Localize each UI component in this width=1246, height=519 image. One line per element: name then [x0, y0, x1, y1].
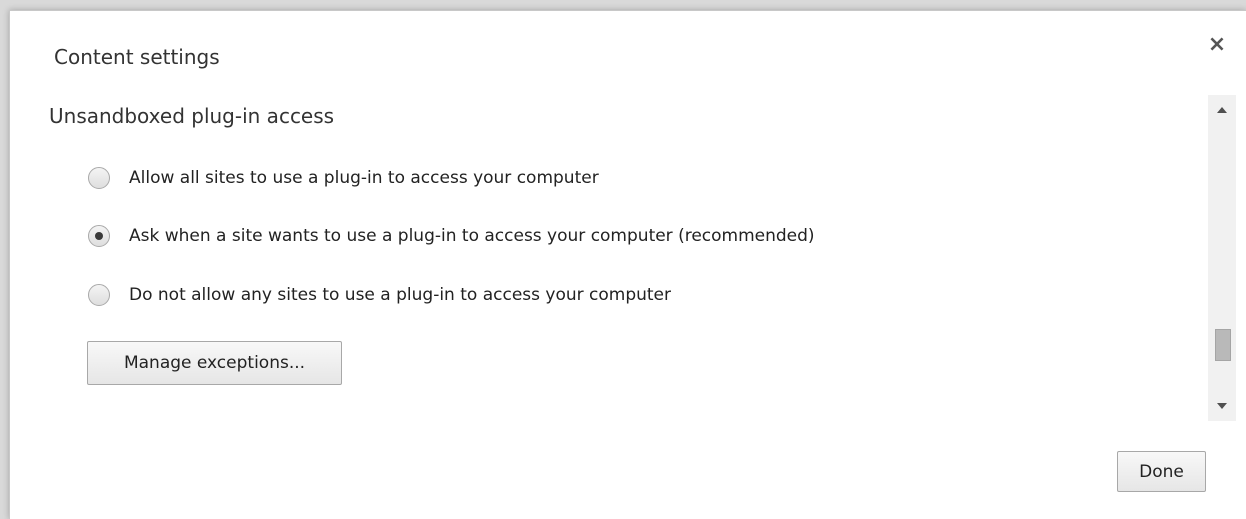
dialog-title: Content settings: [54, 45, 220, 69]
radio-label-allow: Allow all sites to use a plug-in to acce…: [129, 168, 599, 188]
vertical-scrollbar[interactable]: [1208, 95, 1236, 421]
radio-option-ask[interactable]: Ask when a site wants to use a plug-in t…: [88, 222, 815, 250]
section-title: Unsandboxed plug-in access: [49, 104, 335, 128]
radio-label-block: Do not allow any sites to use a plug-in …: [129, 285, 672, 305]
radio-option-allow[interactable]: Allow all sites to use a plug-in to acce…: [88, 164, 599, 192]
close-icon[interactable]: ×: [1206, 34, 1228, 56]
radio-button[interactable]: [88, 167, 110, 189]
done-button[interactable]: Done: [1117, 451, 1206, 492]
scroll-thumb[interactable]: [1215, 329, 1231, 361]
scroll-down-arrow-icon[interactable]: [1208, 391, 1236, 421]
radio-option-block[interactable]: Do not allow any sites to use a plug-in …: [88, 281, 671, 309]
content-settings-dialog: Content settings × Unsandboxed plug-in a…: [9, 10, 1246, 519]
radio-button-selected[interactable]: [88, 225, 110, 247]
radio-button[interactable]: [88, 284, 110, 306]
scroll-up-arrow-icon[interactable]: [1208, 95, 1236, 125]
manage-exceptions-button[interactable]: Manage exceptions...: [87, 341, 342, 385]
radio-label-ask: Ask when a site wants to use a plug-in t…: [129, 226, 815, 246]
